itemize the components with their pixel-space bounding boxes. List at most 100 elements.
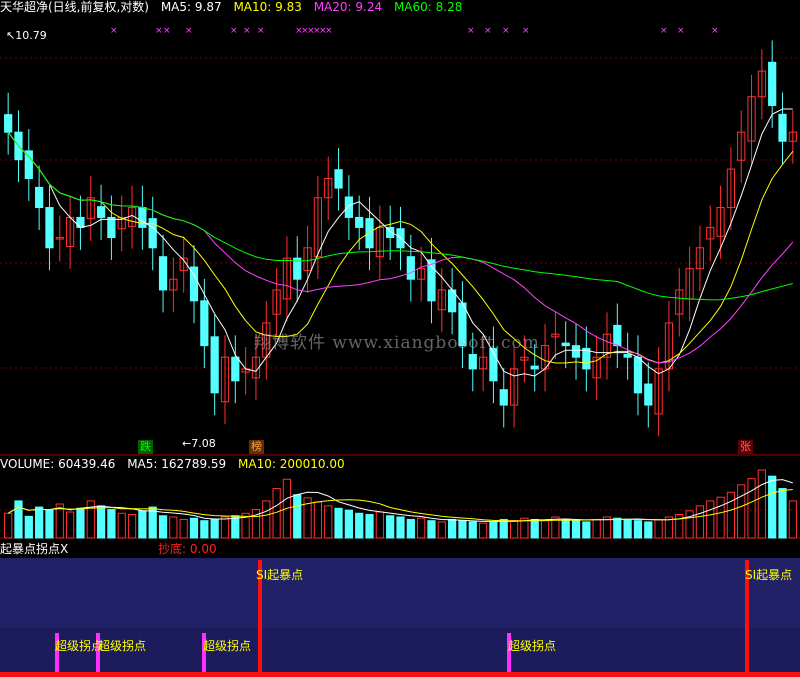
- candle-body-45: [468, 354, 477, 370]
- volume-bar-6: [65, 511, 75, 539]
- volume-bar-75: [778, 488, 787, 539]
- volume-bar-72: [747, 478, 756, 539]
- candle-body-33: [344, 196, 353, 218]
- candle-body-2: [24, 150, 33, 180]
- vol-ma5-name: MA5: [127, 457, 154, 471]
- marker-zhang: 张: [738, 440, 753, 454]
- volume-bar-18: [189, 517, 199, 539]
- signal-label-4: 超级拐点: [203, 639, 252, 653]
- volume-bar-9: [96, 505, 106, 539]
- candle-body-4: [45, 207, 54, 249]
- candle-body-22: [231, 356, 240, 382]
- ma5-value: 9.87: [194, 0, 222, 14]
- volume-bar-74: [768, 475, 777, 539]
- volume-bar-59: [613, 517, 622, 539]
- chart-title: 天华超净(日线,前复权,对数): [0, 0, 149, 14]
- volume-bar-45: [468, 521, 477, 539]
- ma60-label: MA60: 8.28: [393, 0, 463, 14]
- marker-die: 跌: [138, 440, 153, 454]
- volume-bar-52: [540, 520, 550, 539]
- watermark: 翔博软件 www.xiangbosoft.com: [254, 333, 540, 353]
- volume-bar-30: [313, 501, 323, 539]
- volume-bar-0: [4, 512, 13, 539]
- chaodi-name: 抄底: [158, 542, 183, 556]
- volume-bar-51: [530, 518, 539, 539]
- volume-value: 60439.46: [58, 457, 116, 471]
- top-x-marker-14: ×: [484, 26, 492, 36]
- volume-bar-13: [138, 510, 147, 539]
- top-x-marker-17: ×: [660, 26, 668, 36]
- candle-body-55: [571, 345, 581, 358]
- volume-bar-71: [737, 484, 746, 539]
- volume-bar-28: [293, 494, 302, 539]
- volume-bar-43: [448, 518, 457, 539]
- volume-bar-10: [107, 509, 116, 539]
- volume-bar-22: [231, 515, 240, 539]
- ma20-label: MA20: 9.24: [313, 0, 383, 14]
- vol-ma10-name: MA10: [238, 457, 272, 471]
- vol-ma5-label: MA5: 162789.59: [127, 457, 227, 471]
- volume-bar-11: [117, 512, 126, 539]
- signal-label-6: SI起暴点: [745, 568, 793, 582]
- chaodi-value: 0.00: [189, 542, 217, 556]
- candle-body-19: [200, 300, 209, 347]
- volume-bar-56: [582, 521, 591, 539]
- signal-label-3: 超级拐点: [98, 639, 147, 653]
- candle-body-74: [768, 61, 777, 106]
- volume-bar-7: [76, 507, 85, 539]
- chart-stage: × × × × × × × × × × × × × × × × × × × × 天华超净(日线,前复权,对数) MA5…: [0, 0, 800, 677]
- volume-name: VOLUME: [0, 457, 51, 471]
- volume-bar-33: [344, 509, 353, 539]
- ma5-label: MA5: 9.87: [160, 0, 222, 14]
- volume-bar-3: [35, 506, 44, 539]
- candle-body-61: [633, 356, 643, 394]
- top-x-marker-3: ×: [185, 26, 193, 36]
- volume-bar-21: [220, 516, 230, 539]
- volume-bar-32: [334, 507, 343, 539]
- volume-bar-73: [757, 469, 766, 539]
- volume-bar-46: [478, 522, 488, 539]
- candle-body-54: [561, 342, 570, 347]
- volume-bar-61: [633, 520, 643, 539]
- volume-bar-42: [437, 521, 446, 539]
- top-x-marker-16: ×: [522, 26, 530, 36]
- volume-ma10-line: [7, 489, 793, 522]
- top-x-marker-18: ×: [677, 26, 685, 36]
- candle-body-32: [334, 169, 343, 189]
- candle-body-56: [582, 347, 591, 370]
- candle-body-75: [778, 113, 787, 142]
- volume-bar-15: [158, 515, 168, 539]
- main-header: 天华超净(日线,前复权,对数) MA5: 9.87 MA10: 9.83 MA2…: [0, 0, 470, 15]
- volume-bar-1: [14, 500, 23, 539]
- candle-body-20: [210, 336, 219, 394]
- volume-bar-40: [417, 517, 426, 539]
- high-price-note: ↖10.79: [6, 29, 47, 42]
- top-x-marker-4: ×: [230, 26, 238, 36]
- ma10-label: MA10: 9.83: [233, 0, 302, 14]
- indicator-title: 起暴点拐点X: [0, 542, 69, 556]
- top-x-marker-1: ×: [155, 26, 163, 36]
- indicator-baseline: [0, 672, 800, 677]
- volume-bar-37: [386, 515, 395, 539]
- volume-bar-47: [489, 521, 498, 539]
- volume-label: VOLUME: 60439.46: [0, 457, 116, 471]
- candle-body-35: [365, 218, 374, 249]
- volume-bar-62: [644, 521, 653, 539]
- volume-bar-69: [716, 496, 725, 539]
- top-x-marker-19: ×: [711, 26, 719, 36]
- volume-bar-63: [654, 518, 663, 539]
- ma60-value: 8.28: [435, 0, 463, 14]
- top-x-marker-15: ×: [502, 26, 510, 36]
- signal-label-1: SI起暴点: [256, 568, 304, 582]
- volume-bar-68: [706, 500, 715, 539]
- ma20-value: 9.24: [355, 0, 383, 14]
- volume-ma5-line: [7, 479, 793, 522]
- volume-bar-34: [355, 512, 364, 539]
- volume-bar-76: [788, 500, 797, 539]
- vol-ma10-value: 200010.00: [279, 457, 345, 471]
- marker-bang: 榜: [249, 440, 264, 454]
- candle-body-62: [644, 383, 653, 406]
- candle-body-9: [96, 206, 106, 218]
- ma10-value: 9.83: [275, 0, 302, 14]
- signal-label-2: 超级拐点: [55, 639, 104, 653]
